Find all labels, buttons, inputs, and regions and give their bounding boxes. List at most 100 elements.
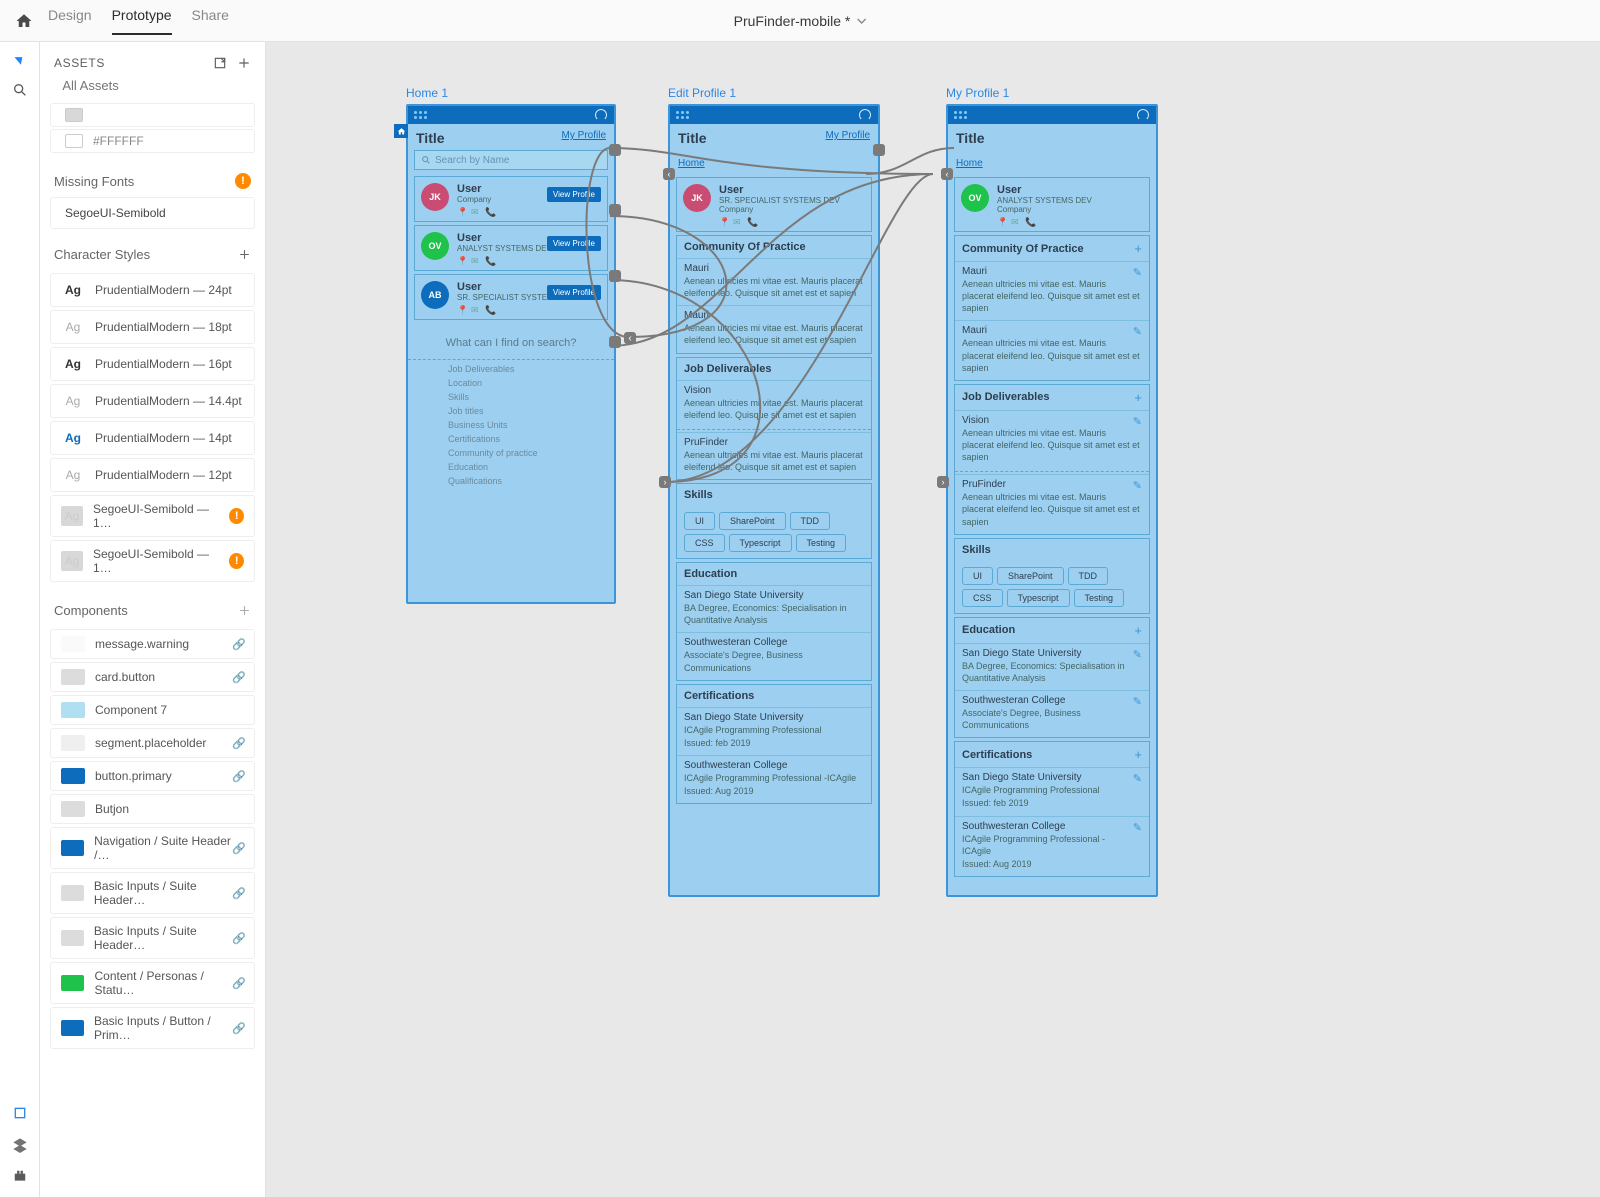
component-row[interactable]: Component 7 (50, 695, 255, 725)
pencil-icon[interactable]: ✎ (1133, 648, 1142, 661)
pencil-icon[interactable]: ✎ (1133, 821, 1142, 834)
user-card: JK UserSR. SPECIALIST SYSTEMS DEVCompany… (676, 177, 872, 232)
plugin-icon[interactable] (13, 1169, 27, 1183)
pencil-icon[interactable]: ✎ (1133, 695, 1142, 708)
plus-icon[interactable] (238, 604, 251, 617)
select-tool-icon[interactable] (14, 53, 25, 65)
component-row[interactable]: Basic Inputs / Suite Header…🔗 (50, 872, 255, 914)
link-icon: 🔗 (232, 932, 246, 945)
component-row[interactable]: message.warning🔗 (50, 629, 255, 659)
skill-chip[interactable]: Testing (1074, 589, 1125, 607)
color-asset-row[interactable] (50, 103, 255, 127)
component-row[interactable]: Content / Personas / Statu…🔗 (50, 962, 255, 1004)
wire-nub[interactable] (609, 336, 621, 348)
wire-nub[interactable] (609, 144, 621, 156)
artboard-edit-profile[interactable]: TitleMy Profile Home ‹ JK UserSR. SPECIA… (668, 104, 880, 897)
skill-chip[interactable]: CSS (962, 589, 1003, 607)
view-profile-button[interactable]: View Profile (547, 236, 601, 251)
component-row[interactable]: segment.placeholder🔗 (50, 728, 255, 758)
home-link[interactable]: Home (956, 158, 983, 169)
pin-icon: 📍 (997, 217, 1005, 225)
plus-icon[interactable]: + (1134, 241, 1142, 256)
my-profile-link[interactable]: My Profile (562, 130, 606, 146)
tab-share[interactable]: Share (192, 7, 229, 35)
artboard-my-profile[interactable]: Title Home ‹ OV UserANALYST SYSTEMS DEVC… (946, 104, 1158, 897)
wire-nub[interactable] (609, 204, 621, 216)
wire-nub[interactable]: ‹ (941, 168, 953, 180)
artboard-icon[interactable] (12, 1105, 28, 1121)
home-link[interactable]: Home (678, 158, 705, 169)
char-style-row[interactable]: AgPrudentialModern — 14pt (50, 421, 255, 455)
wire-nub[interactable]: › (659, 476, 671, 488)
layers-icon[interactable] (12, 1137, 28, 1153)
artboard-home[interactable]: Title My Profile Search by Name JK UserC… (406, 104, 616, 604)
plus-icon[interactable] (238, 248, 251, 261)
warning-icon: ! (229, 553, 244, 569)
color-asset-row[interactable]: #FFFFFF (50, 129, 255, 153)
skill-chip[interactable]: SharePoint (719, 512, 786, 530)
user-company: Company (997, 205, 1143, 214)
char-style-row[interactable]: AgSegoeUI-Semibold — 1…! (50, 495, 255, 537)
wire-nub[interactable] (873, 144, 885, 156)
export-icon[interactable] (213, 56, 227, 70)
pencil-icon[interactable]: ✎ (1133, 415, 1142, 428)
char-style-row[interactable]: AgPrudentialModern — 18pt (50, 310, 255, 344)
waffle-icon (414, 111, 427, 119)
skill-chip[interactable]: UI (684, 512, 715, 530)
char-style-row[interactable]: AgPrudentialModern — 24pt (50, 273, 255, 307)
avatar: JK (683, 184, 711, 212)
plus-icon[interactable]: + (1134, 623, 1142, 638)
plus-icon[interactable]: + (1134, 390, 1142, 405)
component-row[interactable]: card.button🔗 (50, 662, 255, 692)
my-profile-link[interactable]: My Profile (826, 130, 870, 146)
skill-chip[interactable]: Typescript (1007, 589, 1070, 607)
skill-chip[interactable]: CSS (684, 534, 725, 552)
typography-icon: Ag (61, 317, 85, 337)
skills-section: SkillsUISharePointTDDCSSTypescriptTestin… (954, 538, 1150, 614)
wire-nub[interactable] (609, 270, 621, 282)
project-title[interactable]: PruFinder-mobile * (734, 13, 867, 29)
char-style-row[interactable]: AgPrudentialModern — 16pt (50, 347, 255, 381)
missing-font-row[interactable]: SegoeUI-Semibold (50, 197, 255, 229)
cert-section: CertificationsSan Diego State University… (676, 684, 872, 805)
skill-chip[interactable]: TDD (1068, 567, 1109, 585)
skill-chip[interactable]: UI (962, 567, 993, 585)
search-icon[interactable] (12, 82, 28, 98)
skill-chip[interactable]: Typescript (729, 534, 792, 552)
pencil-icon[interactable]: ✎ (1133, 325, 1142, 338)
pencil-icon[interactable]: ✎ (1133, 479, 1142, 492)
char-style-row[interactable]: AgPrudentialModern — 14.4pt (50, 384, 255, 418)
component-thumbnail (61, 1020, 84, 1036)
component-row[interactable]: Basic Inputs / Suite Header…🔗 (50, 917, 255, 959)
user-role: ANALYST SYSTEMS DEV (997, 196, 1143, 205)
home-icon[interactable] (14, 11, 34, 31)
search-field[interactable]: Search by Name (414, 150, 608, 170)
view-profile-button[interactable]: View Profile (547, 187, 601, 202)
asset-search-input[interactable] (62, 78, 238, 93)
skill-chip[interactable]: Testing (796, 534, 847, 552)
education-section: EducationSan Diego State UniversityBA De… (676, 562, 872, 681)
wire-nub[interactable]: ‹ (663, 168, 675, 180)
wire-nub[interactable]: ‹ (624, 332, 636, 344)
plus-icon[interactable] (237, 56, 251, 70)
prototype-canvas[interactable]: Home 1 Title My Profile Search by Name J… (266, 42, 1600, 1197)
component-row[interactable]: Butjon (50, 794, 255, 824)
char-style-row[interactable]: AgPrudentialModern — 12pt (50, 458, 255, 492)
component-row[interactable]: button.primary🔗 (50, 761, 255, 791)
artboard-label[interactable]: Edit Profile 1 (668, 86, 736, 100)
component-row[interactable]: Navigation / Suite Header /…🔗 (50, 827, 255, 869)
plus-icon[interactable]: + (1134, 747, 1142, 762)
pencil-icon[interactable]: ✎ (1133, 266, 1142, 279)
tab-prototype[interactable]: Prototype (112, 7, 172, 35)
wire-nub[interactable]: › (937, 476, 949, 488)
artboard-label[interactable]: My Profile 1 (946, 86, 1009, 100)
pencil-icon[interactable]: ✎ (1133, 772, 1142, 785)
skill-chip[interactable]: TDD (790, 512, 831, 530)
artboard-label[interactable]: Home 1 (406, 86, 448, 100)
tab-design[interactable]: Design (48, 7, 92, 35)
skill-chip[interactable]: SharePoint (997, 567, 1064, 585)
component-row[interactable]: Basic Inputs / Button / Prim…🔗 (50, 1007, 255, 1049)
char-style-row[interactable]: AgSegoeUI-Semibold — 1…! (50, 540, 255, 582)
view-profile-button[interactable]: View Profile (547, 285, 601, 300)
avatar: OV (961, 184, 989, 212)
